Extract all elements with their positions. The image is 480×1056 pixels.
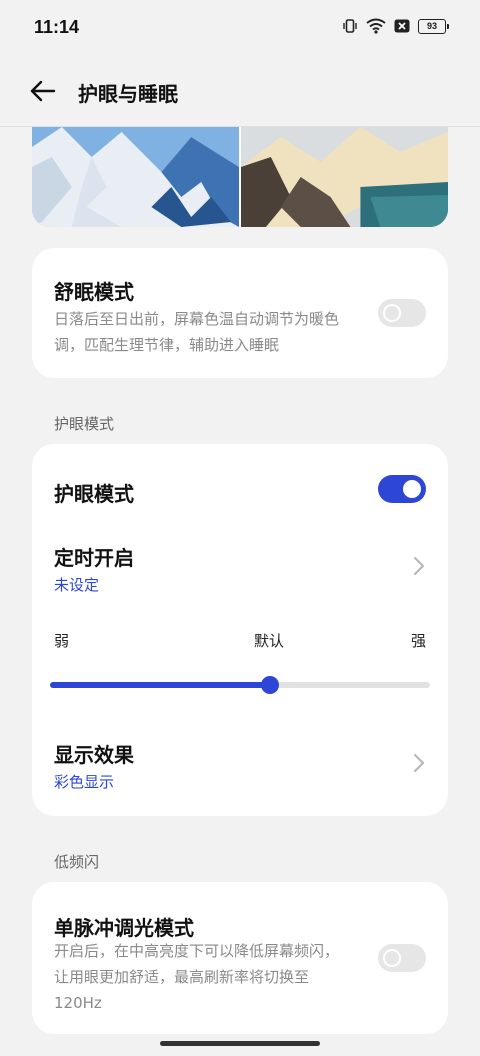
intensity-min-label: 弱	[54, 632, 70, 650]
schedule-title: 定时开启	[54, 546, 134, 570]
toggle-knob	[383, 949, 401, 967]
home-indicator[interactable]	[160, 1041, 320, 1046]
eye-mode-toggle[interactable]	[378, 475, 426, 503]
sleep-mode-title: 舒眠模式	[54, 280, 134, 304]
chevron-right-icon	[414, 557, 424, 575]
app-header: 护眼与睡眠	[0, 56, 480, 127]
flicker-section-label: 低频闪	[54, 853, 100, 871]
eye-mode-card: 护眼模式 定时开启 未设定 弱 默认 强 显示效果 彩色显示	[32, 444, 448, 816]
preview-cool-image	[32, 127, 239, 227]
sleep-mode-card: 舒眠模式 日落后至日出前，屏幕色温自动调节为暖色 调，匹配生理节律，辅助进入睡眠	[32, 248, 448, 378]
intensity-slider-fill	[50, 682, 271, 688]
pulse-dimming-card: 单脉冲调光模式 开启后，在中高亮度下可以降低屏幕频闪， 让用眼更加舒适，最高刷新…	[32, 882, 448, 1034]
pulse-dimming-description-line1: 开启后，在中高亮度下可以降低屏幕频闪，	[54, 942, 340, 960]
battery-icon: 93	[418, 18, 449, 34]
pulse-dimming-description-line2: 让用眼更加舒适，最高刷新率将切换至	[54, 968, 310, 986]
sleep-mode-description: 日落后至日出前，屏幕色温自动调节为暖色 调，匹配生理节律，辅助进入睡眠	[54, 306, 374, 358]
preview-warm-image	[240, 127, 448, 227]
eye-mode-title: 护眼模式	[54, 482, 134, 506]
display-effect-value: 彩色显示	[54, 773, 115, 791]
toggle-knob	[403, 480, 421, 498]
chevron-right-icon	[414, 754, 424, 772]
toggle-knob	[383, 304, 401, 322]
wifi-icon	[366, 18, 386, 34]
intensity-slider-thumb[interactable]	[261, 676, 280, 694]
pulse-dimming-description-line3: 120Hz	[54, 994, 102, 1012]
vibrate-icon	[343, 19, 357, 33]
pulse-dimming-toggle[interactable]	[378, 944, 426, 972]
pulse-dimming-description: 开启后，在中高亮度下可以降低屏幕频闪， 让用眼更加舒适，最高刷新率将切换至 12…	[54, 938, 374, 1016]
intensity-labels: 弱 默认 强	[54, 630, 426, 650]
status-time: 11:14	[34, 17, 80, 37]
battery-level: 93	[426, 20, 437, 31]
display-effect-title: 显示效果	[54, 743, 134, 767]
pulse-dimming-title: 单脉冲调光模式	[54, 916, 194, 940]
intensity-slider[interactable]	[50, 676, 430, 694]
schedule-value: 未设定	[54, 576, 100, 594]
intensity-mid-label: 默认	[254, 632, 285, 650]
sleep-mode-toggle[interactable]	[378, 299, 426, 327]
eye-section-label: 护眼模式	[54, 415, 115, 433]
status-bar: 11:14 93	[0, 0, 480, 56]
sleep-mode-description-line1: 日落后至日出前，屏幕色温自动调节为暖色	[54, 310, 340, 328]
back-arrow-icon[interactable]	[28, 76, 58, 106]
sim-disabled-icon	[394, 19, 410, 33]
sleep-mode-description-line2: 调，匹配生理节律，辅助进入睡眠	[54, 336, 280, 354]
intensity-max-label: 强	[410, 632, 426, 650]
status-icons: 93	[342, 18, 449, 34]
preview-banner	[32, 127, 448, 227]
page-title: 护眼与睡眠	[78, 82, 178, 106]
